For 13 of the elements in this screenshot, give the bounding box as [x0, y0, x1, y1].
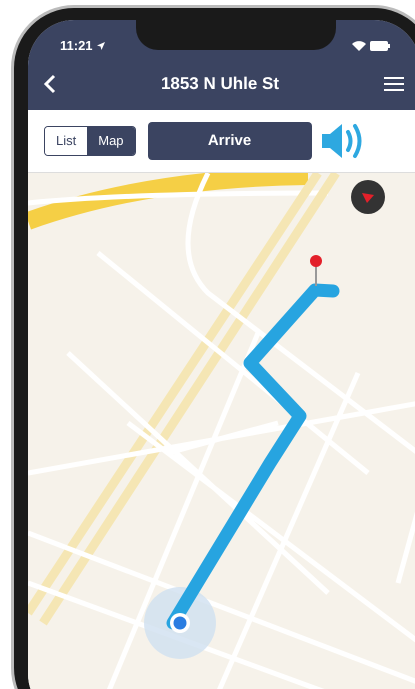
location-arrow-icon	[96, 42, 105, 50]
pin-icon	[310, 255, 322, 286]
location-dot	[170, 613, 190, 633]
compass-icon	[351, 180, 385, 214]
back-icon[interactable]	[44, 74, 56, 94]
menu-icon[interactable]	[384, 76, 404, 92]
address-title: 1853 N Uhle St	[160, 73, 280, 96]
wifi-icon	[352, 41, 366, 51]
battery-icon	[370, 41, 390, 51]
status-time: 11:21	[60, 37, 93, 56]
accuracy-circle	[144, 587, 216, 659]
view-tab[interactable]: Map	[87, 127, 135, 155]
arrive-button[interactable]: Arrive	[148, 122, 312, 160]
